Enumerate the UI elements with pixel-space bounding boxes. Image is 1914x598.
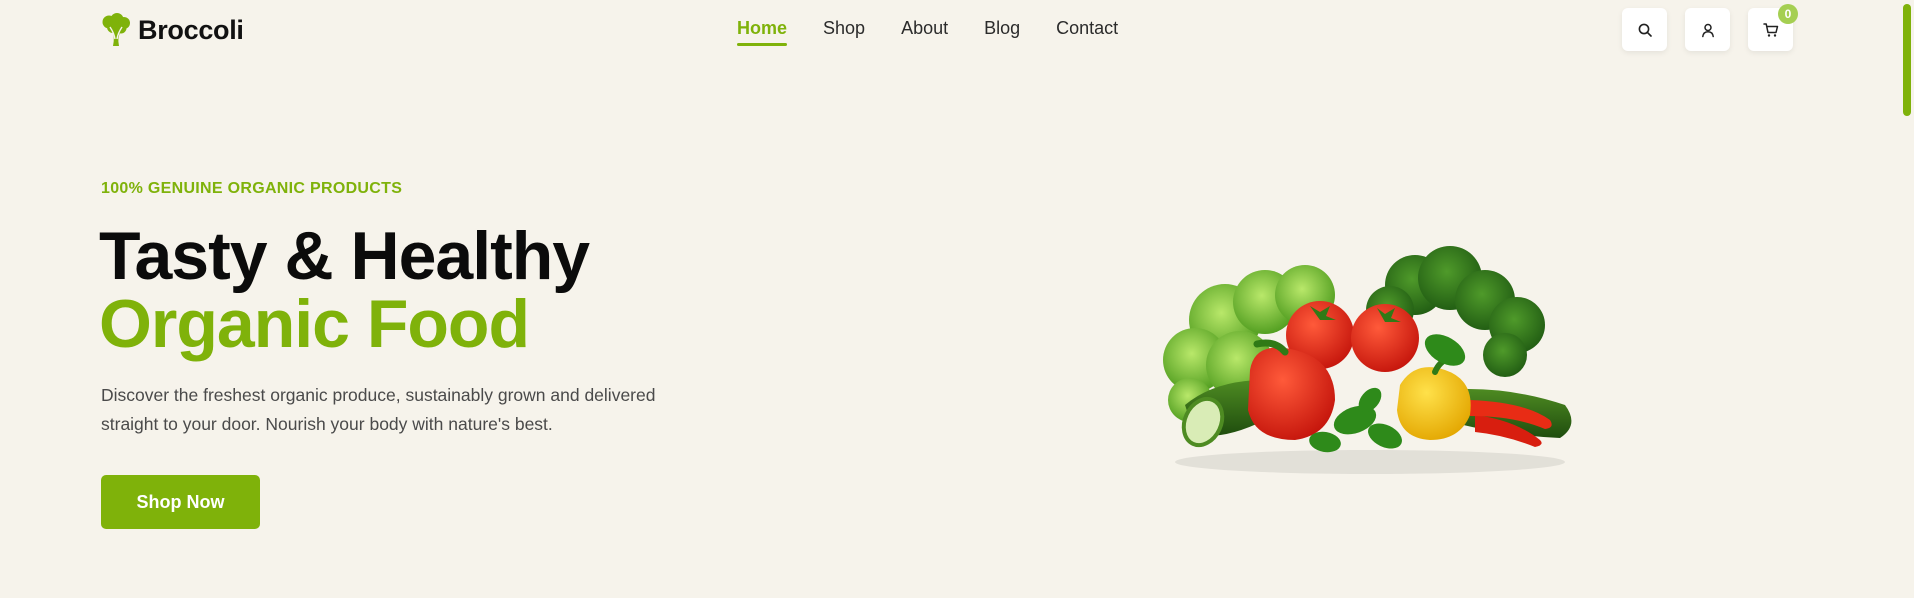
main-nav: Home Shop About Blog Contact bbox=[737, 18, 1118, 46]
hero-description: Discover the freshest organic produce, s… bbox=[101, 381, 701, 439]
vegetables-image bbox=[1163, 246, 1572, 474]
scrollbar-thumb[interactable] bbox=[1903, 4, 1911, 116]
hero-description-line1: Discover the freshest organic produce, s… bbox=[101, 385, 656, 405]
cart-icon bbox=[1762, 22, 1778, 37]
nav-about[interactable]: About bbox=[901, 18, 948, 45]
hero-title-line2: Organic Food bbox=[99, 286, 530, 362]
nav-home[interactable]: Home bbox=[737, 18, 788, 46]
account-button[interactable] bbox=[1685, 8, 1730, 51]
nav-shop[interactable]: Shop bbox=[823, 18, 865, 45]
shop-now-button[interactable]: Shop Now bbox=[101, 475, 260, 529]
nav-contact[interactable]: Contact bbox=[1056, 18, 1118, 45]
broccoli-icon bbox=[102, 13, 130, 46]
nav-blog[interactable]: Blog bbox=[984, 18, 1020, 45]
search-button[interactable] bbox=[1622, 8, 1667, 51]
page-scrollbar[interactable] bbox=[1900, 0, 1914, 598]
site-header: Broccoli Home Shop About Blog Contact 0 bbox=[0, 0, 1914, 62]
cart-button[interactable]: 0 bbox=[1748, 4, 1798, 51]
logo[interactable]: Broccoli bbox=[100, 12, 244, 48]
user-icon bbox=[1701, 23, 1714, 37]
brand-name: Broccoli bbox=[138, 14, 244, 45]
cart-count-badge: 0 bbox=[1778, 4, 1798, 24]
hero-tagline: 100% GENUINE ORGANIC PRODUCTS bbox=[101, 180, 403, 197]
hero-description-line2: straight to your door. Nourish your body… bbox=[101, 414, 553, 434]
search-icon bbox=[1638, 23, 1652, 37]
